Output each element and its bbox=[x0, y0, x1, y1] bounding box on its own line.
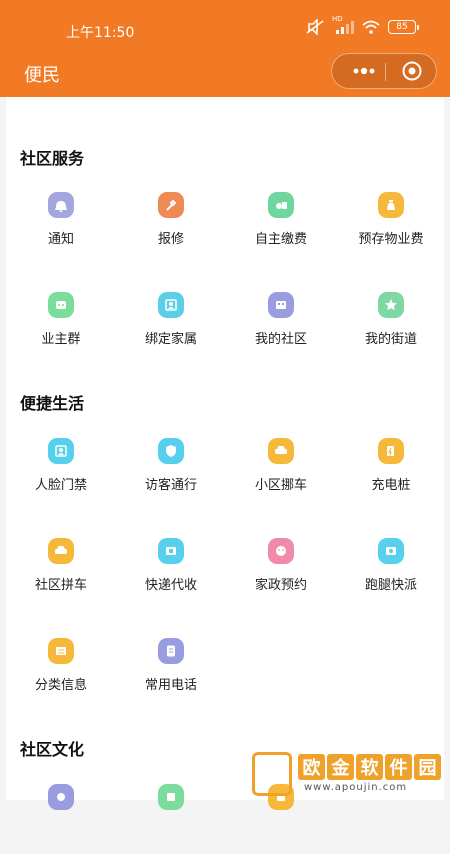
watermark-char: 金 bbox=[327, 754, 354, 780]
service-item[interactable]: 充电桩 bbox=[336, 438, 446, 508]
site-watermark: 欧金软件园 www.apoujin.com bbox=[246, 750, 450, 800]
service-item-label: 小区挪车 bbox=[254, 478, 307, 493]
service-item[interactable]: 绑定家属 bbox=[116, 292, 226, 362]
page-title: 便民 bbox=[24, 65, 60, 86]
service-item-label: 跑腿快派 bbox=[364, 578, 417, 593]
capsule-divider bbox=[385, 63, 386, 81]
star-icon bbox=[378, 292, 404, 318]
service-item[interactable]: 我的社区 bbox=[226, 292, 336, 362]
service-item-label: 业主群 bbox=[41, 332, 81, 347]
wifi-icon bbox=[362, 20, 380, 34]
signal-icon: HD bbox=[332, 15, 354, 35]
service-item[interactable]: 业主群 bbox=[6, 292, 116, 362]
service-item[interactable]: 小区挪车 bbox=[226, 438, 336, 508]
battery-icon: 85 bbox=[388, 20, 419, 34]
status-bar: 上午11:50 HD 85 bbox=[0, 0, 450, 60]
group-chat-icon bbox=[48, 292, 74, 318]
watermark-char: 欧 bbox=[298, 754, 325, 780]
service-item-label: 快递代收 bbox=[144, 578, 197, 593]
bell-icon bbox=[48, 192, 74, 218]
watermark-char: 件 bbox=[385, 754, 412, 780]
service-item[interactable]: 快递代收 bbox=[116, 538, 226, 608]
money-bag-icon bbox=[378, 192, 404, 218]
service-item-label: 家政预约 bbox=[254, 578, 307, 593]
service-item-label: 人脸门禁 bbox=[34, 478, 87, 493]
service-item-label: 通知 bbox=[47, 232, 74, 247]
housekeeping-icon bbox=[268, 538, 294, 564]
wrench-icon bbox=[158, 192, 184, 218]
more-options-button[interactable] bbox=[344, 54, 384, 88]
face-id-icon bbox=[48, 438, 74, 464]
service-item[interactable]: 人脸门禁 bbox=[6, 438, 116, 508]
service-item[interactable]: 自主缴费 bbox=[226, 192, 336, 262]
category-icon bbox=[48, 638, 74, 664]
watermark-url: www.apoujin.com bbox=[304, 782, 408, 793]
parcel-icon bbox=[158, 538, 184, 564]
family-icon bbox=[158, 292, 184, 318]
section-title: 社区文化 bbox=[20, 740, 85, 759]
charging-icon bbox=[378, 438, 404, 464]
service-item-label: 常用电话 bbox=[144, 678, 197, 693]
target-close-icon bbox=[402, 61, 422, 81]
mini-program-capsule bbox=[331, 53, 437, 89]
watermark-char: 软 bbox=[356, 754, 383, 780]
service-item[interactable]: 家政预约 bbox=[226, 538, 336, 608]
service-item-label: 报修 bbox=[157, 232, 184, 247]
service-item[interactable]: 跑腿快派 bbox=[336, 538, 446, 608]
status-time: 上午11:50 bbox=[66, 25, 135, 41]
service-item[interactable]: 分类信息 bbox=[6, 638, 116, 708]
service-item[interactable]: 社区拼车 bbox=[6, 538, 116, 608]
status-icons: HD 85 bbox=[306, 15, 419, 35]
carpool-icon bbox=[48, 538, 74, 564]
car-icon bbox=[268, 438, 294, 464]
more-dots-icon bbox=[353, 67, 375, 75]
service-item-label: 充电桩 bbox=[371, 478, 411, 493]
service-item[interactable]: 访客通行 bbox=[116, 438, 226, 508]
payment-icon bbox=[268, 192, 294, 218]
culture-icon bbox=[48, 784, 74, 810]
section-title: 便捷生活 bbox=[20, 394, 85, 413]
watermark-text: 欧金软件园 bbox=[298, 754, 441, 780]
service-item-label: 自主缴费 bbox=[254, 232, 307, 247]
service-item-label: 我的社区 bbox=[254, 332, 307, 347]
service-item[interactable]: 报修 bbox=[116, 192, 226, 262]
mute-icon bbox=[306, 19, 324, 35]
service-item-label: 分类信息 bbox=[34, 678, 87, 693]
watermark-logo bbox=[252, 752, 292, 796]
activity-icon bbox=[158, 784, 184, 810]
section-title: 社区服务 bbox=[20, 149, 85, 168]
shield-icon bbox=[158, 438, 184, 464]
community-icon bbox=[268, 292, 294, 318]
service-item-label: 绑定家属 bbox=[144, 332, 197, 347]
top-bar: 上午11:50 HD 85 便民 bbox=[0, 0, 450, 97]
service-item-label: 预存物业费 bbox=[358, 232, 424, 247]
service-item-label: 访客通行 bbox=[144, 478, 197, 493]
close-mini-program-button[interactable] bbox=[394, 54, 430, 88]
service-item[interactable]: 通知 bbox=[6, 192, 116, 262]
service-item-label: 社区拼车 bbox=[34, 578, 87, 593]
phone-book-icon bbox=[158, 638, 184, 664]
service-item[interactable]: 预存物业费 bbox=[336, 192, 446, 262]
service-item[interactable] bbox=[6, 784, 116, 854]
watermark-char: 园 bbox=[414, 754, 441, 780]
delivery-icon bbox=[378, 538, 404, 564]
service-item[interactable]: 我的街道 bbox=[336, 292, 446, 362]
service-item-label: 我的街道 bbox=[364, 332, 417, 347]
service-item[interactable]: 常用电话 bbox=[116, 638, 226, 708]
service-item[interactable] bbox=[116, 784, 226, 854]
service-list: 社区服务通知 报修 自主缴费 预存物业费业主群 绑定家属 我的社区 我的街道便捷生活人脸门禁… bbox=[6, 97, 446, 810]
